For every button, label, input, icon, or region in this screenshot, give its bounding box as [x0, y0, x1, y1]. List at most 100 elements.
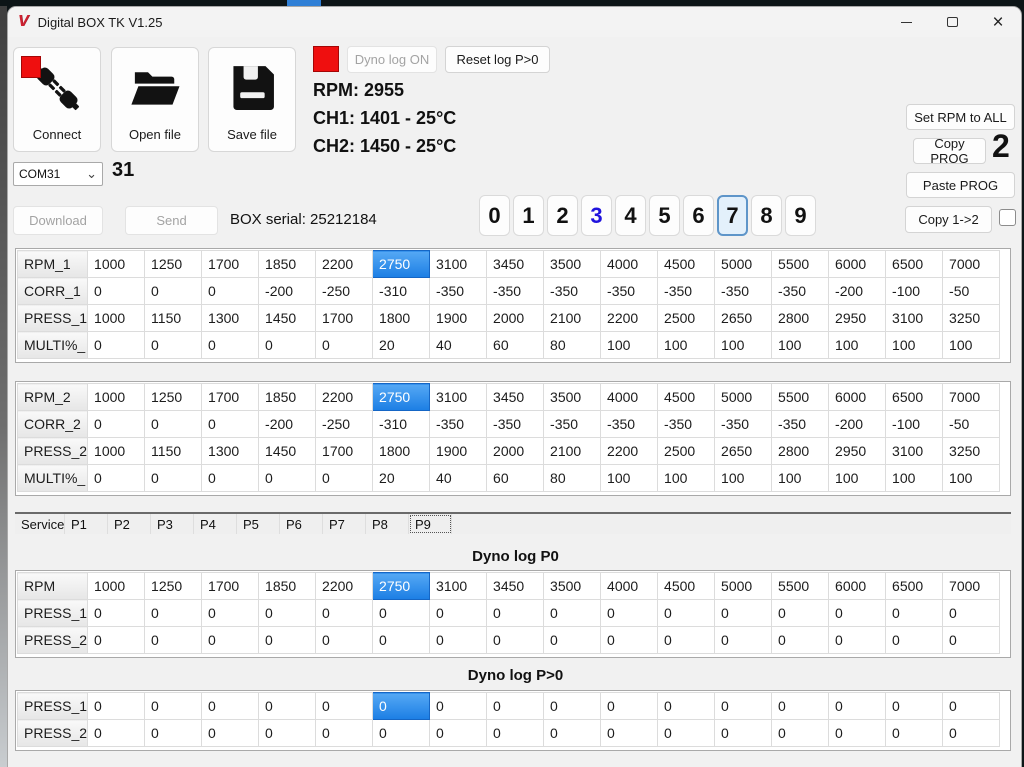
connect-button[interactable]: Connect	[13, 47, 101, 152]
grid-cell[interactable]: 0	[87, 719, 146, 747]
grid-cell[interactable]: 1700	[201, 383, 260, 411]
grid-cell[interactable]: 0	[201, 626, 260, 654]
grid-cell[interactable]: 0	[828, 626, 887, 654]
grid-cell[interactable]: 0	[486, 599, 545, 627]
grid-cell[interactable]: 0	[87, 626, 146, 654]
grid-cell[interactable]: 0	[315, 692, 374, 720]
grid-cell[interactable]: 100	[828, 464, 887, 492]
grid-cell[interactable]: 0	[657, 692, 716, 720]
grid-cell[interactable]: 60	[486, 331, 545, 359]
grid-cell[interactable]: 0	[885, 626, 944, 654]
grid-cell[interactable]: 1900	[429, 437, 488, 465]
grid-cell[interactable]: 1300	[201, 304, 260, 332]
copy-1-to-2-button[interactable]: Copy 1->2	[905, 206, 992, 233]
tab-p8[interactable]: P8	[366, 514, 409, 534]
grid-cell[interactable]: 0	[144, 599, 203, 627]
grid-cell[interactable]: 0	[429, 692, 488, 720]
grid-cell[interactable]: -100	[885, 277, 944, 305]
grid-cell[interactable]: 0	[144, 331, 203, 359]
grid-cell[interactable]: 100	[600, 331, 659, 359]
grid-cell[interactable]: 3250	[942, 437, 1001, 465]
grid-cell[interactable]: 2100	[543, 437, 602, 465]
grid-cell[interactable]: -350	[600, 277, 659, 305]
grid-cell[interactable]: -100	[885, 410, 944, 438]
grid-cell[interactable]: 0	[657, 626, 716, 654]
grid-cell[interactable]: 6500	[885, 250, 944, 278]
grid-cell[interactable]: 3100	[429, 572, 488, 600]
grid-cell[interactable]: 1700	[315, 437, 374, 465]
program-button-3[interactable]: 3	[581, 195, 612, 236]
grid-cell[interactable]: 1300	[201, 437, 260, 465]
grid-cell[interactable]: 1900	[429, 304, 488, 332]
grid-cell[interactable]: 0	[201, 599, 260, 627]
program-button-6[interactable]: 6	[683, 195, 714, 236]
download-button[interactable]: Download	[13, 206, 103, 235]
grid-cell[interactable]: 2200	[315, 383, 374, 411]
tab-p6[interactable]: P6	[280, 514, 323, 534]
grid-cell[interactable]: 0	[486, 719, 545, 747]
grid-cell[interactable]: 0	[486, 626, 545, 654]
grid-cell[interactable]: 2100	[543, 304, 602, 332]
grid-cell[interactable]: 0	[201, 464, 260, 492]
grid-cell[interactable]: 4000	[600, 250, 659, 278]
grid-cell[interactable]: 1250	[144, 250, 203, 278]
grid-cell[interactable]: -350	[771, 277, 830, 305]
grid-cell[interactable]: -350	[429, 410, 488, 438]
grid-cell[interactable]: 6000	[828, 383, 887, 411]
program-button-7[interactable]: 7	[717, 195, 748, 236]
grid-cell[interactable]: 0	[543, 692, 602, 720]
program-button-9[interactable]: 9	[785, 195, 816, 236]
grid-cell[interactable]: 100	[657, 331, 716, 359]
grid-cell[interactable]: 3100	[885, 437, 944, 465]
program-button-0[interactable]: 0	[479, 195, 510, 236]
grid-cell[interactable]: 0	[429, 719, 488, 747]
grid-cell[interactable]: 100	[714, 464, 773, 492]
grid-cell[interactable]: 0	[144, 719, 203, 747]
grid-cell[interactable]: 7000	[942, 250, 1001, 278]
grid-cell[interactable]: 0	[942, 626, 1001, 654]
grid-cell[interactable]: 0	[600, 599, 659, 627]
grid-cell[interactable]: 1250	[144, 572, 203, 600]
grid-cell[interactable]: 0	[714, 626, 773, 654]
grid-cell[interactable]: -310	[372, 410, 431, 438]
grid-cell[interactable]: 6500	[885, 383, 944, 411]
grid-cell[interactable]: 0	[315, 719, 374, 747]
grid-cell[interactable]: 1000	[87, 383, 146, 411]
copy-prog-button[interactable]: Copy PROG	[913, 136, 986, 166]
grid-cell[interactable]: 2800	[771, 437, 830, 465]
grid-cell[interactable]: 2800	[771, 304, 830, 332]
grid-cell[interactable]: 100	[771, 464, 830, 492]
grid-cell[interactable]: 3500	[543, 383, 602, 411]
grid-cell[interactable]: 0	[87, 277, 146, 305]
grid-cell[interactable]: 0	[315, 626, 374, 654]
grid-cell[interactable]: 0	[657, 599, 716, 627]
tab-p4[interactable]: P4	[194, 514, 237, 534]
grid-cell[interactable]: 6000	[828, 572, 887, 600]
close-button[interactable]: ×	[975, 7, 1021, 37]
grid-cell[interactable]: -350	[714, 410, 773, 438]
com-port-select[interactable]: COM31 ⌄	[13, 162, 103, 186]
program-button-1[interactable]: 1	[513, 195, 544, 236]
grid-cell[interactable]: 100	[942, 464, 1001, 492]
grid-cell[interactable]: 100	[942, 331, 1001, 359]
grid-cell[interactable]: 2750	[372, 250, 431, 278]
grid-cell[interactable]: 5500	[771, 250, 830, 278]
grid-cell[interactable]: 0	[315, 599, 374, 627]
grid-cell[interactable]: 0	[258, 331, 317, 359]
grid-cell[interactable]: 3100	[429, 383, 488, 411]
grid-cell[interactable]: 40	[429, 464, 488, 492]
tab-service[interactable]: Service	[15, 514, 65, 534]
grid-cell[interactable]: 20	[372, 464, 431, 492]
maximize-button[interactable]	[929, 7, 975, 37]
grid-cell[interactable]: -200	[828, 277, 887, 305]
grid-cell[interactable]: 0	[201, 410, 260, 438]
grid-cell[interactable]: -350	[714, 277, 773, 305]
grid-cell[interactable]: 4500	[657, 383, 716, 411]
grid-cell[interactable]: 0	[87, 331, 146, 359]
save-file-button[interactable]: Save file	[208, 47, 296, 152]
grid-cell[interactable]: -50	[942, 410, 1001, 438]
grid-cell[interactable]: 20	[372, 331, 431, 359]
grid-cell[interactable]: 80	[543, 464, 602, 492]
grid-cell[interactable]: -350	[657, 410, 716, 438]
grid-cell[interactable]: 0	[144, 692, 203, 720]
